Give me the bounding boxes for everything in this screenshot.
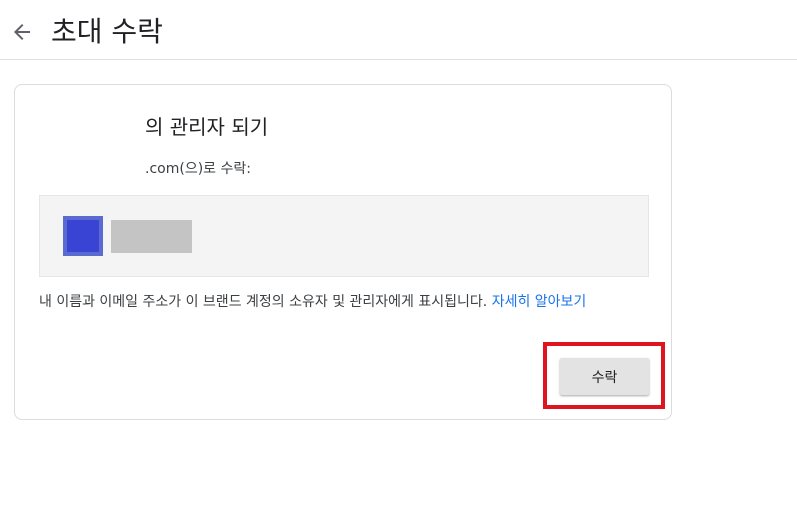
- notice-body: 내 이름과 이메일 주소가 이 브랜드 계정의 소유자 및 관리자에게 표시됩니…: [39, 294, 492, 310]
- page-title: 초대 수락: [51, 15, 163, 48]
- page: 초대 수락 의 관리자 되기 .com(으)로 수락: 내 이름과 이메일 주소…: [0, 0, 797, 512]
- card-subtitle: .com(으)로 수락:: [145, 161, 251, 177]
- arrow-left-icon: [14, 24, 30, 40]
- back-button[interactable]: [10, 20, 34, 44]
- account-name-redacted: [111, 220, 192, 253]
- notice-text: 내 이름과 이메일 주소가 이 브랜드 계정의 소유자 및 관리자에게 표시됩니…: [39, 293, 649, 312]
- learn-more-link[interactable]: 자세히 알아보기: [492, 294, 587, 310]
- accept-button[interactable]: 수락: [560, 358, 649, 395]
- card-heading: 의 관리자 되기: [145, 115, 269, 139]
- account-box: [39, 195, 649, 277]
- avatar-fill: [67, 220, 99, 252]
- top-bar: 초대 수락: [0, 0, 797, 60]
- avatar: [63, 216, 103, 256]
